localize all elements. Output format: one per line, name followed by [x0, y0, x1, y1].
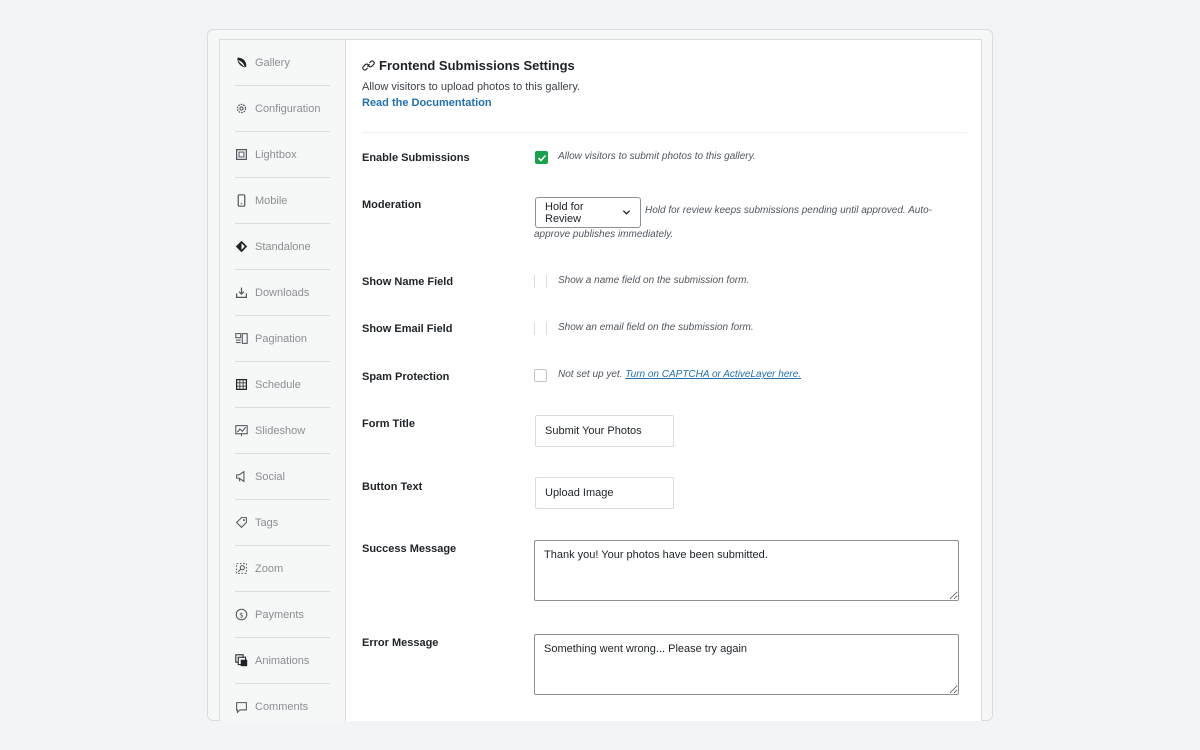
spam-protection-note-text: Not set up yet. [558, 369, 623, 380]
sidebar-item-downloads[interactable]: Downloads [235, 270, 330, 316]
error-message-label: Error Message [362, 637, 439, 649]
show-name-note: Show a name field on the submission form… [558, 275, 750, 286]
sidebar-item-configuration[interactable]: Configuration [235, 86, 330, 132]
sidebar-item-zoom[interactable]: Zoom [235, 546, 330, 592]
sidebar-item-tags[interactable]: Tags [235, 500, 330, 546]
moderation-note-line2: approve publishes immediately. [534, 229, 674, 240]
sidebar-item-label: Schedule [255, 378, 301, 391]
standalone-icon [235, 240, 248, 253]
mobile-icon [235, 194, 248, 207]
success-message-textarea[interactable]: Thank you! Your photos have been submitt… [534, 540, 959, 601]
show-email-label: Show Email Field [362, 323, 453, 335]
sidebar-item-pagination[interactable]: Pagination [235, 316, 330, 362]
sidebar-item-label: Standalone [255, 240, 311, 253]
animations-icon [235, 654, 248, 667]
sidebar-item-label: Social [255, 470, 285, 483]
download-icon [235, 286, 248, 299]
link-icon [362, 59, 375, 72]
sidebar-item-label: Configuration [255, 102, 321, 115]
enable-submissions-note: Allow visitors to submit photos to this … [558, 151, 756, 162]
pagination-icon [235, 332, 248, 345]
settings-card: Gallery Configuration Lightbox Mobile St… [219, 39, 982, 721]
gear-icon [235, 102, 248, 115]
sidebar: Gallery Configuration Lightbox Mobile St… [220, 40, 346, 721]
moderation-select[interactable]: Hold for Review [535, 197, 641, 228]
page-title-text: Frontend Submissions Settings [379, 58, 575, 73]
calendar-icon [235, 378, 248, 391]
button-text-input[interactable] [535, 477, 674, 509]
show-email-note: Show an email field on the submission fo… [558, 322, 754, 333]
settings-panel: Gallery Configuration Lightbox Mobile St… [207, 29, 993, 721]
main-content: Frontend Submissions Settings Allow visi… [362, 40, 967, 721]
megaphone-icon [235, 470, 248, 483]
sidebar-item-slideshow[interactable]: Slideshow [235, 408, 330, 454]
sidebar-item-gallery[interactable]: Gallery [235, 40, 330, 86]
sidebar-item-label: Tags [255, 516, 279, 529]
show-name-toggle[interactable] [534, 275, 547, 288]
zoom-icon [235, 562, 248, 575]
svg-text:$: $ [239, 610, 244, 619]
sidebar-item-label: Comments [255, 701, 309, 713]
sidebar-item-standalone[interactable]: Standalone [235, 224, 330, 270]
spam-protection-note: Not set up yet. Turn on CAPTCHA or Activ… [558, 369, 801, 380]
sidebar-item-label: Downloads [255, 286, 310, 299]
tag-icon [235, 516, 248, 529]
slideshow-icon [235, 424, 248, 437]
documentation-link[interactable]: Read the Documentation [362, 97, 492, 109]
success-message-label: Success Message [362, 543, 457, 555]
error-message-textarea[interactable]: Something went wrong... Please try again [534, 634, 959, 695]
sidebar-item-label: Animations [255, 654, 310, 667]
moderation-select-value: Hold for Review [545, 200, 584, 225]
sidebar-item-label: Payments [255, 608, 304, 621]
enable-submissions-label: Enable Submissions [362, 152, 470, 164]
sidebar-item-payments[interactable]: $ Payments [235, 592, 330, 638]
sidebar-item-label: Gallery [255, 56, 290, 69]
spam-protection-link[interactable]: Turn on CAPTCHA or ActiveLayer here. [625, 369, 801, 380]
sidebar-item-schedule[interactable]: Schedule [235, 362, 330, 408]
sidebar-item-label: Zoom [255, 562, 284, 575]
sidebar-item-social[interactable]: Social [235, 454, 330, 500]
sidebar-item-comments[interactable]: Comments [235, 684, 330, 721]
button-text-label: Button Text [362, 481, 423, 493]
comment-icon [235, 701, 248, 714]
sidebar-item-label: Slideshow [255, 424, 306, 437]
spam-protection-label: Spam Protection [362, 371, 450, 383]
sidebar-item-mobile[interactable]: Mobile [235, 178, 330, 224]
form-title-input[interactable] [535, 415, 674, 447]
leaf-icon [235, 56, 248, 69]
show-name-label: Show Name Field [362, 276, 454, 288]
divider [362, 132, 967, 133]
sidebar-item-label: Lightbox [255, 148, 297, 161]
moderation-label: Moderation [362, 199, 422, 211]
lightbox-icon [235, 148, 248, 161]
page-title: Frontend Submissions Settings [362, 58, 575, 73]
spam-protection-checkbox[interactable] [534, 369, 547, 382]
moderation-note-line1: Hold for review keeps submissions pendin… [645, 205, 933, 216]
page-description: Allow visitors to upload photos to this … [362, 81, 581, 93]
chevron-down-icon [622, 208, 631, 217]
sidebar-item-animations[interactable]: Animations [235, 638, 330, 684]
form-title-label: Form Title [362, 418, 415, 430]
sidebar-item-lightbox[interactable]: Lightbox [235, 132, 330, 178]
enable-submissions-checkbox[interactable] [535, 151, 548, 164]
show-email-toggle[interactable] [534, 322, 547, 335]
sidebar-item-label: Pagination [255, 332, 307, 345]
checkmark-icon [537, 154, 547, 162]
dollar-icon: $ [235, 608, 248, 621]
sidebar-item-label: Mobile [255, 194, 288, 207]
